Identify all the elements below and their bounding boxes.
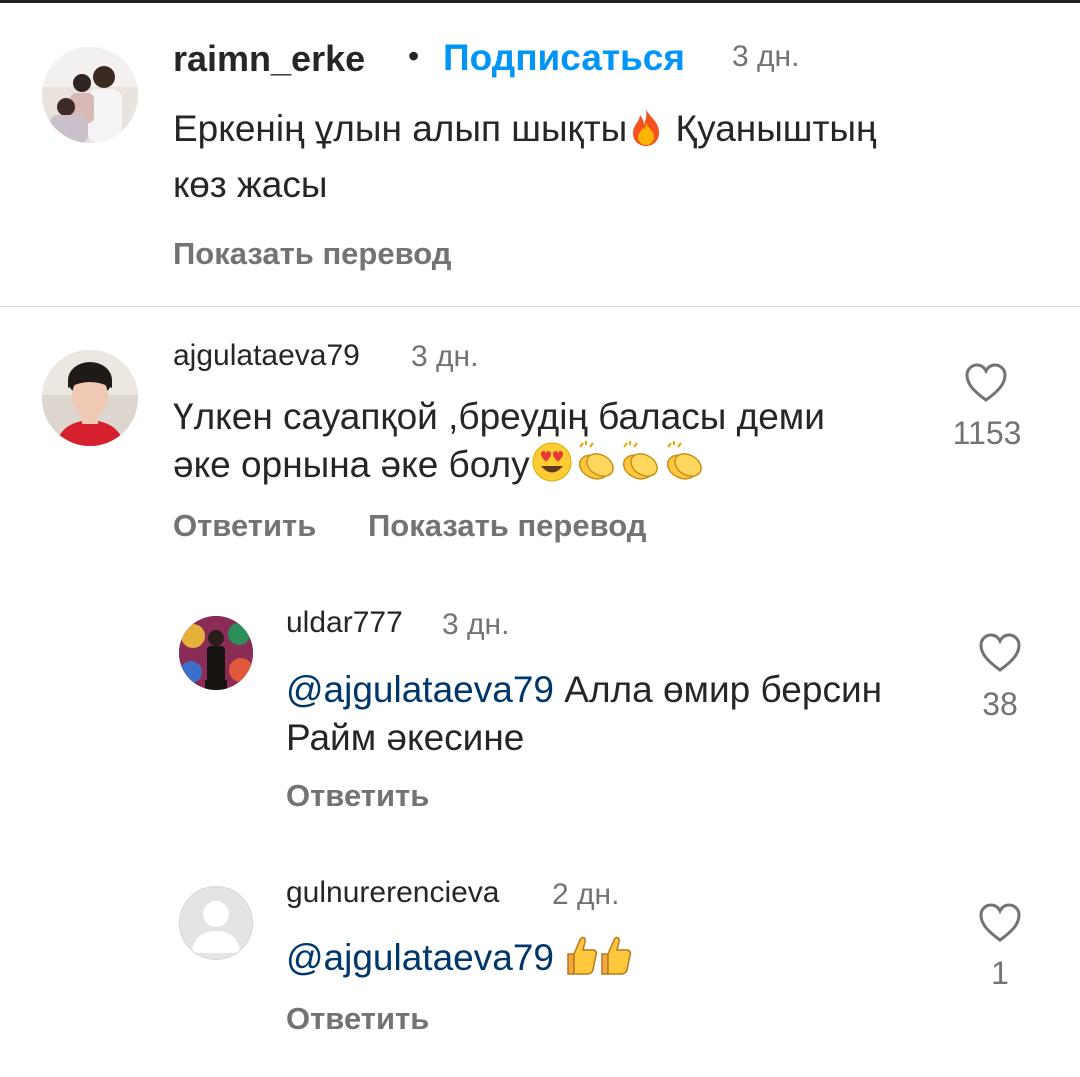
avatar[interactable] — [42, 350, 138, 446]
thumbs-up-emoji — [564, 934, 598, 988]
fire-emoji — [627, 107, 665, 160]
clapping-emoji — [618, 441, 662, 495]
comment-username[interactable]: raimn_erke — [173, 38, 365, 80]
mention-link[interactable]: @ajgulataeva79 — [286, 669, 554, 710]
top-border — [0, 0, 1080, 3]
clapping-emoji — [574, 441, 618, 495]
like-heart-icon[interactable] — [964, 362, 1008, 404]
reply-button[interactable]: Ответить — [173, 508, 316, 544]
like-heart-icon[interactable] — [978, 902, 1022, 944]
comment-time: 3 дн. — [732, 40, 800, 73]
separator-dot: • — [408, 38, 420, 74]
reply-username[interactable]: gulnurerencieva — [286, 876, 499, 910]
reply-button[interactable]: Ответить — [286, 778, 429, 814]
thumbs-up-emoji — [598, 934, 632, 988]
reply-text: @ajgulataeva79 — [286, 934, 956, 988]
like-count: 1153 — [952, 415, 1022, 451]
clapping-emoji — [662, 441, 706, 495]
reply-text-line2: Райм әкесине — [286, 717, 525, 758]
reply-time: 3 дн. — [442, 608, 510, 641]
reply-button[interactable]: Ответить — [286, 1001, 429, 1037]
heart-eyes-emoji — [530, 441, 574, 495]
show-translation-button[interactable]: Показать перевод — [368, 508, 646, 544]
comment-text-line1-end: Қуаныштың — [665, 108, 877, 149]
comment-username[interactable]: ajgulataeva79 — [173, 339, 360, 373]
like-heart-icon[interactable] — [978, 632, 1022, 674]
avatar[interactable] — [179, 616, 253, 690]
like-count: 38 — [982, 686, 1018, 722]
reply-username[interactable]: uldar777 — [286, 606, 403, 640]
avatar[interactable] — [42, 47, 138, 143]
comment-time: 3 дн. — [411, 340, 479, 373]
comment-text: Үлкен сауапқой ,бреудің баласы деми әке … — [173, 393, 933, 495]
comment-text-line1: Еркенің ұлын алып шықты — [173, 108, 628, 149]
follow-button[interactable]: Подписаться — [443, 37, 685, 79]
reply-text: @ajgulataeva79 Алла өмир берсин Райм әке… — [286, 666, 956, 762]
comment-text: Еркенің ұлын алып шықты Қуаныштың көз жа… — [173, 104, 993, 210]
mention-link[interactable]: @ajgulataeva79 — [286, 937, 554, 978]
comment-text-line2: әке орнына әке болу — [173, 444, 530, 485]
reply-time: 2 дн. — [552, 878, 620, 911]
divider — [0, 306, 1080, 307]
comment-text-line1: Үлкен сауапқой ,бреудің баласы деми — [173, 396, 825, 437]
like-count: 1 — [991, 955, 1009, 991]
avatar[interactable] — [179, 886, 253, 960]
reply-text-line1: Алла өмир берсин — [553, 669, 883, 710]
comment-text-line2: көз жасы — [173, 164, 328, 205]
show-translation-button[interactable]: Показать перевод — [173, 236, 451, 272]
